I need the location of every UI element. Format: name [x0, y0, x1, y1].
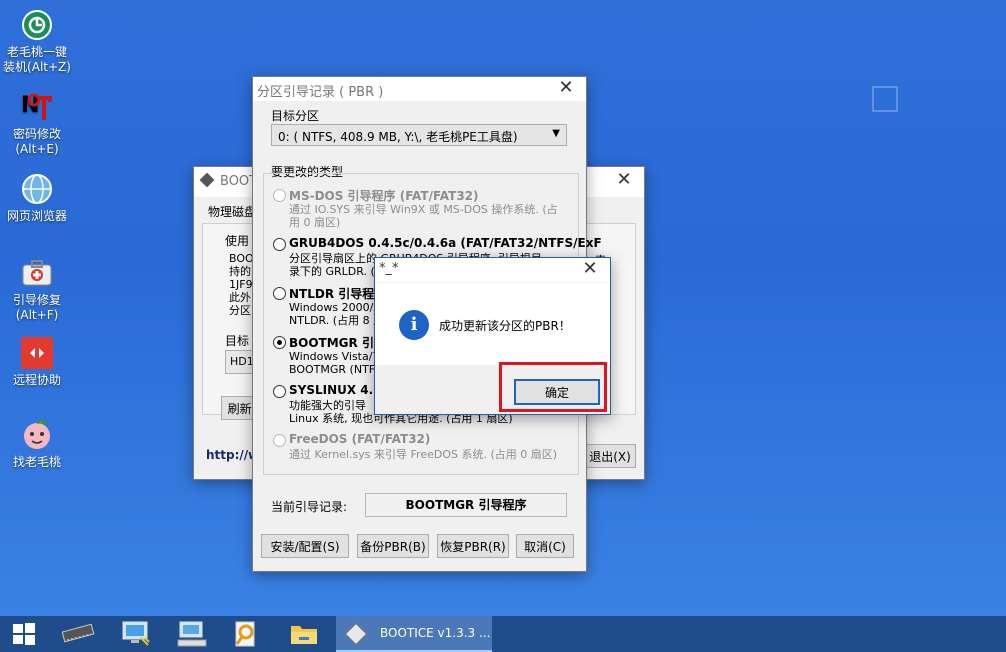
radio-button[interactable] [273, 385, 286, 398]
search-tool-icon[interactable] [222, 616, 270, 652]
option-desc: Windows 2000/XP [289, 301, 388, 314]
desktop-icon-browser[interactable]: 网页浏览器 [0, 172, 74, 224]
message-title: *_* [379, 261, 399, 276]
taskbar: BOOTICE v1.3.3 ... [0, 616, 1006, 652]
option-desc: 功能强大的引导 [289, 399, 366, 412]
option-title: FreeDOS (FAT/FAT32) [289, 432, 431, 446]
keyboard-computer-icon[interactable] [168, 616, 216, 652]
bootice-app-icon [344, 622, 368, 646]
radio-button[interactable] [273, 189, 286, 202]
app-logo-icon [199, 172, 215, 188]
option-desc: Windows Vista/7/ [289, 350, 384, 363]
target-partition-select[interactable]: 0: ( NTFS, 408.9 MB, Y:\, 老毛桃PE工具盘) ▼ [271, 124, 567, 146]
option-desc: 通过 IO.SYS 来引导 Win9X 或 MS-DOS 操作系统. (占 [289, 203, 558, 216]
option-title: GRUB4DOS 0.4.5c/0.4.6a (FAT/FAT32/NTFS/E… [289, 236, 602, 250]
tab-physical-disk[interactable]: 物理磁盘 [208, 203, 256, 220]
option-desc: BOOTMGR (NTFS [289, 363, 382, 376]
close-icon[interactable]: ✕ [578, 258, 602, 279]
option-desc: 录下的 GRLDR. (占 [289, 265, 386, 278]
globe-icon [20, 172, 54, 206]
option-title: MS-DOS 引导程序 (FAT/FAT32) [289, 189, 479, 203]
option-title: BOOTMGR 引导 [289, 336, 386, 350]
radio-button[interactable] [273, 238, 286, 251]
desktop-icon-installer[interactable]: 老毛桃一键 装机(Alt+Z) [0, 8, 74, 75]
option-desc: 通过 Kernel.sys 来引导 FreeDOS 系统. (占用 0 扇区) [289, 448, 558, 461]
desktop-icon-label: 找老毛桃 [12, 455, 61, 469]
current-record-label: 当前引导记录: [271, 500, 348, 514]
chevron-down-icon: ▼ [552, 128, 560, 139]
password-key-icon: N [20, 90, 54, 124]
radio-button[interactable] [273, 287, 286, 300]
repair-kit-icon [20, 256, 54, 290]
folder-icon[interactable] [280, 616, 328, 652]
ok-button[interactable]: 确定 [514, 379, 600, 405]
desktop-icon-remote[interactable]: 远程协助 [0, 336, 74, 388]
network-computer-icon[interactable] [112, 616, 160, 652]
target-partition-label: 目标分区 [271, 109, 320, 123]
exit-button[interactable]: 退出(X) [584, 444, 636, 468]
remote-assist-icon [20, 336, 54, 370]
radio-button[interactable] [273, 434, 286, 447]
pbr-titlebar: 分区引导记录 ( PBR ) ✕ [253, 77, 586, 101]
group-label: 使用 [225, 234, 250, 248]
taskbar-app-label: BOOTICE v1.3.3 ... [380, 626, 491, 640]
desktop-icon-label: 密码修改 (Alt+E) [12, 127, 61, 156]
message-body: i 成功更新该分区的PBR！ [375, 283, 610, 365]
desktop-icon-label: 远程协助 [12, 373, 61, 387]
memory-chip-icon[interactable] [54, 616, 102, 652]
start-windows-icon[interactable] [0, 616, 48, 652]
desktop-icon-boot-repair[interactable]: 引导修复 (Alt+F) [0, 256, 74, 323]
radio-button[interactable] [273, 336, 286, 349]
target-disk-label: 目标 [225, 334, 250, 348]
option-desc: NTLDR. (占用 8 扇 [289, 314, 385, 327]
close-icon[interactable]: ✕ [554, 77, 578, 98]
install-configure-button[interactable]: 安装/配置(S) [261, 534, 349, 558]
installer-icon [20, 8, 54, 42]
taskbar-active-app[interactable]: BOOTICE v1.3.3 ... [336, 616, 492, 652]
corner-logo-icon [872, 86, 898, 112]
desktop-icon-password[interactable]: N 密码修改 (Alt+E) [0, 90, 74, 157]
desktop-icon-find-peach[interactable]: 找老毛桃 [0, 418, 74, 470]
desktop-icon-label: 网页浏览器 [6, 209, 67, 223]
backup-pbr-button[interactable]: 备份PBR(B) [357, 534, 429, 558]
close-icon[interactable]: ✕ [612, 169, 636, 190]
message-titlebar: *_* ✕ [375, 258, 610, 282]
restore-pbr-button[interactable]: 恢复PBR(R) [437, 534, 509, 558]
info-icon: i [399, 310, 429, 340]
target-partition-value: 0: ( NTFS, 408.9 MB, Y:\, 老毛桃PE工具盘) [278, 130, 518, 144]
pbr-title: 分区引导记录 ( PBR ) [257, 85, 384, 100]
peach-icon [20, 418, 54, 452]
message-text: 成功更新该分区的PBR！ [439, 319, 571, 333]
message-box: *_* ✕ i 成功更新该分区的PBR！ 确定 [374, 257, 611, 415]
desktop-icon-label: 引导修复 (Alt+F) [12, 293, 61, 322]
option-desc: 用 0 扇区) [289, 216, 341, 229]
cancel-button[interactable]: 取消(C) [516, 534, 574, 558]
desktop-icon-label: 老毛桃一键 装机(Alt+Z) [3, 45, 71, 74]
current-record-value: BOOTMGR 引导程序 [365, 493, 567, 517]
option-title: NTLDR 引导程序 [289, 287, 387, 301]
